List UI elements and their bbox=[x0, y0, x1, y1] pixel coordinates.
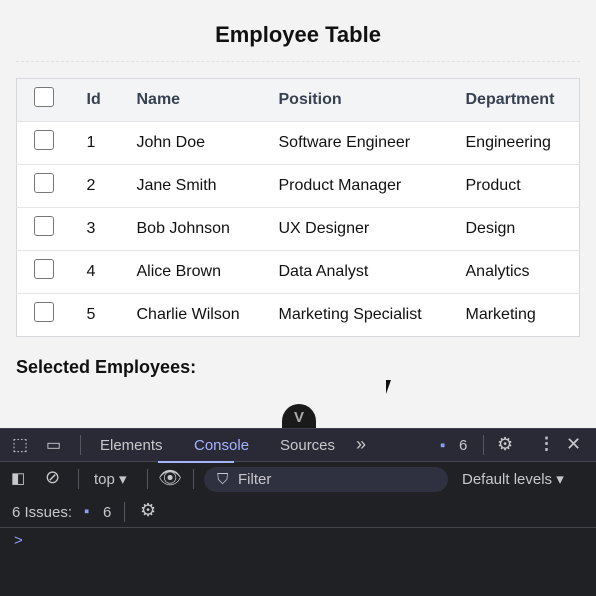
cell-department: Design bbox=[465, 207, 580, 251]
divider bbox=[16, 61, 580, 62]
more-tabs-icon[interactable]: » bbox=[356, 434, 366, 455]
inspect-element-icon[interactable]: ⬚ bbox=[12, 435, 28, 455]
divider bbox=[78, 469, 79, 489]
context-value: top bbox=[94, 471, 115, 488]
mouse-cursor-icon bbox=[386, 380, 396, 394]
select-all-checkbox[interactable] bbox=[34, 87, 54, 107]
table-row[interactable]: 2 Jane Smith Product Manager Product bbox=[16, 164, 580, 208]
cell-department: Product bbox=[465, 164, 580, 208]
vue-devtools-toggle[interactable]: V bbox=[282, 404, 316, 430]
employee-table: Id Name Position Department 1 John Doe S… bbox=[16, 78, 580, 337]
cell-position: Data Analyst bbox=[278, 250, 466, 294]
issues-badge-count[interactable]: 6 bbox=[459, 437, 467, 454]
issues-settings-gear-icon[interactable]: ⚙ bbox=[140, 500, 156, 521]
cell-position: Marketing Specialist bbox=[278, 306, 422, 323]
divider bbox=[483, 435, 484, 455]
header-department[interactable]: Department bbox=[465, 78, 580, 122]
cell-position: Product Manager bbox=[278, 164, 466, 208]
cell-name: Jane Smith bbox=[136, 164, 279, 208]
cell-name: Alice Brown bbox=[136, 250, 279, 294]
row-checkbox[interactable] bbox=[34, 259, 54, 279]
more-options-icon[interactable]: ⋮ bbox=[538, 434, 555, 454]
context-selector[interactable]: top ▾ bbox=[94, 470, 127, 488]
cell-id: 1 bbox=[86, 121, 137, 165]
cell-id: 4 bbox=[86, 250, 137, 294]
row-checkbox[interactable] bbox=[34, 302, 54, 322]
cell-id: 2 bbox=[86, 164, 137, 208]
cell-name: Charlie Wilson bbox=[136, 306, 240, 323]
devtools-panel: ⬚ ▭ Elements Console Sources » ▪ 6 ⚙ ⋮ ✕… bbox=[0, 428, 596, 596]
cell-department: Marketing bbox=[465, 306, 536, 323]
sidebar-toggle-icon[interactable]: ◧ bbox=[11, 469, 25, 487]
issues-count[interactable]: 6 bbox=[103, 504, 111, 521]
message-icon[interactable]: ▪ bbox=[440, 437, 445, 454]
settings-gear-icon[interactable]: ⚙ bbox=[497, 434, 513, 455]
filter-input[interactable]: ⛉ Filter bbox=[204, 467, 448, 492]
divider bbox=[80, 435, 81, 455]
cell-position: Software Engineer bbox=[278, 121, 466, 165]
row-checkbox[interactable] bbox=[34, 173, 54, 193]
cell-department: Analytics bbox=[465, 250, 580, 294]
tab-console[interactable]: Console bbox=[194, 437, 249, 454]
header-id[interactable]: Id bbox=[86, 78, 137, 122]
devtools-tabbar: ⬚ ▭ Elements Console Sources » ▪ 6 ⚙ ⋮ ✕ bbox=[0, 428, 596, 463]
divider bbox=[147, 469, 148, 489]
tab-elements[interactable]: Elements bbox=[100, 437, 163, 454]
selected-employees-heading: Selected Employees: bbox=[16, 357, 197, 377]
table-row[interactable]: 3 Bob Johnson UX Designer Design bbox=[16, 207, 580, 251]
divider bbox=[124, 502, 125, 522]
device-toolbar-icon[interactable]: ▭ bbox=[46, 435, 61, 455]
clear-console-icon[interactable]: ⊘ bbox=[45, 467, 60, 488]
eye-icon[interactable]: 👁︎ bbox=[158, 466, 182, 490]
filter-placeholder: Filter bbox=[238, 471, 272, 488]
console-prompt-icon: > bbox=[14, 532, 23, 549]
tab-sources[interactable]: Sources bbox=[280, 437, 335, 454]
console-toolbar: ◧ ⊘ top ▾ 👁︎ ⛉ Filter Default levels ▾ bbox=[0, 462, 596, 496]
header-position[interactable]: Position bbox=[278, 78, 466, 122]
table-row[interactable]: 4 Alice Brown Data Analyst Analytics bbox=[16, 250, 580, 294]
levels-value: Default levels bbox=[462, 471, 553, 488]
close-icon[interactable]: ✕ bbox=[566, 434, 581, 455]
cell-position: UX Designer bbox=[278, 207, 466, 251]
cell-name: Bob Johnson bbox=[136, 207, 279, 251]
console-input-area[interactable]: > bbox=[0, 528, 596, 588]
log-levels-dropdown[interactable]: Default levels ▾ bbox=[462, 470, 564, 488]
row-checkbox[interactable] bbox=[34, 130, 54, 150]
cell-department: Engineering bbox=[465, 121, 580, 165]
cell-id: 3 bbox=[86, 207, 137, 251]
divider bbox=[193, 469, 194, 489]
filter-icon: ⛉ bbox=[217, 471, 229, 488]
table-row[interactable]: 5 Charlie Wilson Marketing Specialist Ma… bbox=[17, 294, 580, 337]
issues-label: 6 Issues: bbox=[12, 504, 73, 521]
cell-name: John Doe bbox=[136, 121, 279, 165]
row-checkbox[interactable] bbox=[34, 216, 54, 236]
header-name[interactable]: Name bbox=[136, 78, 279, 122]
issues-bar: 6 Issues: ▪ 6 ⚙ bbox=[0, 496, 596, 528]
table-header-row: Id Name Position Department bbox=[16, 78, 580, 122]
cell-id: 5 bbox=[86, 306, 96, 323]
page-title: Employee Table bbox=[215, 22, 381, 47]
message-icon[interactable]: ▪ bbox=[84, 503, 89, 520]
table-row[interactable]: 1 John Doe Software Engineer Engineering bbox=[16, 121, 580, 165]
